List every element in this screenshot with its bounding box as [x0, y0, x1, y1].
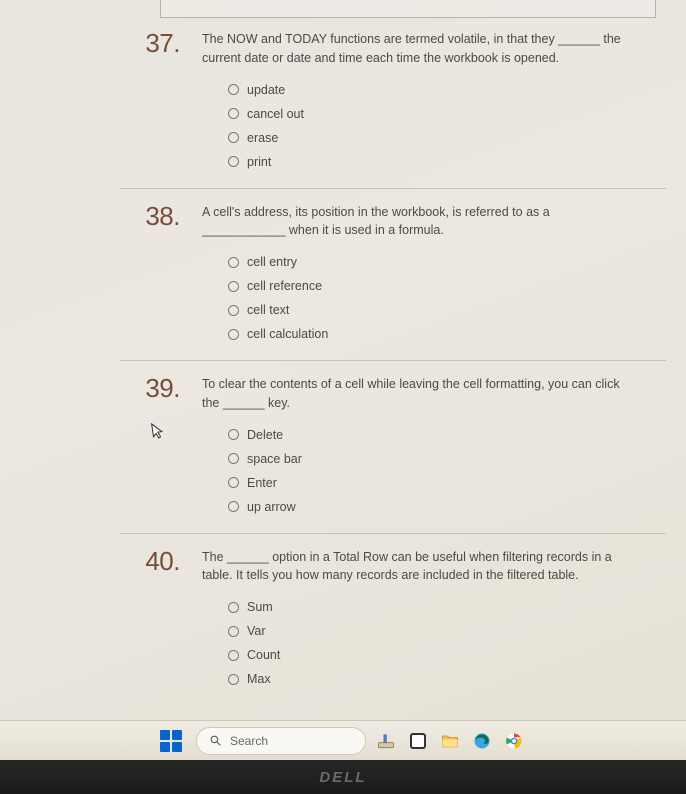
question-number: 40. [120, 548, 180, 574]
options-group: Sum Var Count Max [202, 595, 636, 691]
option[interactable]: Delete [228, 423, 636, 447]
screen-area: 37. The NOW and TODAY functions are term… [0, 0, 686, 760]
option[interactable]: cell reference [228, 274, 636, 298]
option-label: Delete [247, 428, 283, 442]
radio-icon [228, 132, 239, 143]
option[interactable]: print [228, 150, 636, 174]
radio-icon [228, 84, 239, 95]
option-label: Count [247, 648, 280, 662]
brand-logo: DELL [319, 769, 366, 786]
quiz-container: 37. The NOW and TODAY functions are term… [120, 30, 666, 710]
option-label: cancel out [247, 107, 304, 121]
option[interactable]: cancel out [228, 102, 636, 126]
radio-icon [228, 650, 239, 661]
question-number: 37. [120, 30, 180, 56]
question-38: 38. A cell's address, its position in th… [120, 189, 666, 362]
mouse-cursor-icon [151, 421, 168, 445]
radio-icon [228, 305, 239, 316]
file-explorer-icon[interactable] [438, 729, 462, 753]
option[interactable]: cell text [228, 298, 636, 322]
option[interactable]: Max [228, 667, 636, 691]
radio-icon [228, 257, 239, 268]
option[interactable]: cell entry [228, 250, 636, 274]
radio-icon [228, 281, 239, 292]
option-label: Sum [247, 600, 273, 614]
option-label: cell calculation [247, 327, 328, 341]
radio-icon [228, 108, 239, 119]
search-placeholder: Search [230, 734, 268, 748]
options-group: cell entry cell reference cell text cell… [202, 250, 636, 346]
search-icon [209, 734, 222, 747]
question-prompt: The ______ option in a Total Row can be … [202, 548, 636, 586]
radio-icon [228, 429, 239, 440]
option-label: update [247, 83, 285, 97]
option-label: space bar [247, 452, 302, 466]
taskbar-app-icon[interactable] [406, 729, 430, 753]
edge-browser-icon[interactable] [470, 729, 494, 753]
partial-box-fragment [160, 0, 656, 18]
question-prompt: The NOW and TODAY functions are termed v… [202, 30, 636, 68]
chrome-browser-icon[interactable] [502, 729, 526, 753]
radio-icon [228, 501, 239, 512]
question-prompt: To clear the contents of a cell while le… [202, 375, 636, 413]
options-group: update cancel out erase print [202, 78, 636, 174]
question-body: The NOW and TODAY functions are termed v… [202, 30, 666, 174]
radio-icon [228, 329, 239, 340]
option-label: erase [247, 131, 278, 145]
question-body: To clear the contents of a cell while le… [202, 375, 666, 519]
radio-icon [228, 602, 239, 613]
option-label: Enter [247, 476, 277, 490]
option[interactable]: space bar [228, 447, 636, 471]
question-number: 39. [120, 375, 180, 401]
option-label: print [247, 155, 271, 169]
option[interactable]: Var [228, 619, 636, 643]
option-label: cell text [247, 303, 289, 317]
option[interactable]: cell calculation [228, 322, 636, 346]
taskbar-search[interactable]: Search [196, 727, 366, 755]
option[interactable]: up arrow [228, 495, 636, 519]
radio-icon [228, 477, 239, 488]
question-39: 39. To clear the contents of a cell whil… [120, 361, 666, 534]
option-label: Max [247, 672, 271, 686]
start-button[interactable] [160, 730, 182, 752]
question-body: A cell's address, its position in the wo… [202, 203, 666, 347]
option-label: Var [247, 624, 266, 638]
option[interactable]: Count [228, 643, 636, 667]
option[interactable]: Sum [228, 595, 636, 619]
radio-icon [228, 156, 239, 167]
radio-icon [228, 626, 239, 637]
radio-icon [228, 453, 239, 464]
laptop-bezel: DELL [0, 760, 686, 794]
radio-icon [228, 674, 239, 685]
options-group: Delete space bar Enter up arrow [202, 423, 636, 519]
question-prompt: A cell's address, its position in the wo… [202, 203, 636, 241]
option[interactable]: Enter [228, 471, 636, 495]
question-37: 37. The NOW and TODAY functions are term… [120, 30, 666, 189]
question-40: 40. The ______ option in a Total Row can… [120, 534, 666, 706]
option[interactable]: update [228, 78, 636, 102]
option-label: cell reference [247, 279, 322, 293]
taskbar-app-icon[interactable] [374, 729, 398, 753]
taskbar: Search [0, 720, 686, 760]
option-label: cell entry [247, 255, 297, 269]
option[interactable]: erase [228, 126, 636, 150]
question-body: The ______ option in a Total Row can be … [202, 548, 666, 692]
option-label: up arrow [247, 500, 296, 514]
question-number: 38. [120, 203, 180, 229]
